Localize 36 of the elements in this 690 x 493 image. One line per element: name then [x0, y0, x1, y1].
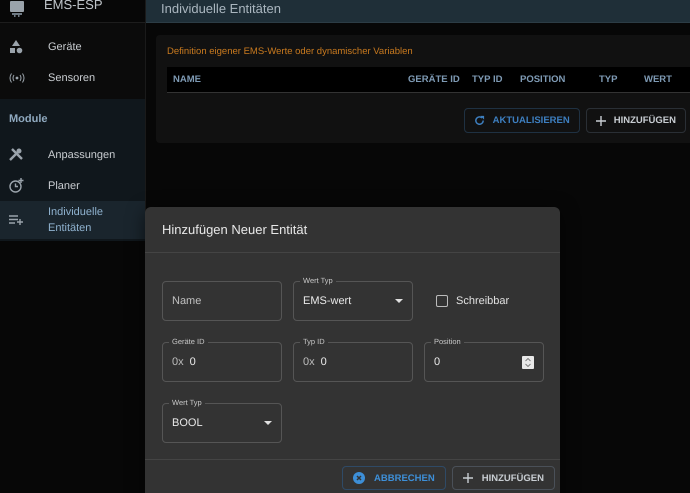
brand-name: EMS-ESP: [44, 0, 103, 12]
sidebar-item[interactable]: Planer: [0, 170, 145, 201]
checkbox-label: Schreibbar: [456, 295, 510, 307]
column-header[interactable]: GERÄTE ID: [408, 74, 472, 85]
name-field[interactable]: Name: [162, 281, 282, 321]
sensor-icon: [9, 72, 25, 82]
plus-icon: [462, 473, 473, 483]
tools-icon: [9, 148, 23, 162]
dialog-title: Hinzufügen Neuer Entität: [145, 207, 560, 253]
sidebar-item[interactable]: Geräte: [0, 31, 145, 62]
dropdown-caret-icon: [395, 299, 403, 303]
section-heading: Module: [8, 112, 48, 127]
refresh-icon: [474, 115, 485, 126]
checkbox[interactable]: [436, 295, 448, 307]
dropdown-caret-icon: [264, 421, 272, 425]
column-header[interactable]: WERT: [644, 74, 684, 85]
spinner-icon[interactable]: [522, 356, 534, 368]
device-icon: [8, 1, 26, 17]
cancel-button[interactable]: ABBRECHEN: [342, 466, 446, 490]
description-text: Definition eigener EMS-Werte oder dynamischer Variablen: [167, 46, 414, 57]
add-button[interactable]: HINZUFÜGEN: [586, 108, 686, 133]
column-header[interactable]: NAME: [167, 74, 408, 85]
sidebar-item[interactable]: Sensoren: [0, 62, 145, 93]
add-button[interactable]: HINZUFÜGEN: [452, 466, 555, 490]
shapes-icon: [9, 40, 23, 54]
cancel-icon: [353, 472, 366, 484]
plus-icon: [596, 116, 606, 126]
list-add-icon: [9, 215, 24, 225]
column-header[interactable]: TYP ID: [472, 74, 520, 85]
sidebar-item[interactable]: Anpassungen: [0, 139, 145, 170]
sidebar-item[interactable]: Individuelle Entitäten: [0, 201, 145, 239]
refresh-button[interactable]: AKTUALISIEREN: [464, 108, 580, 133]
clock-plus-icon: [9, 178, 24, 193]
page-title: Individuelle Entitäten: [160, 1, 281, 16]
column-header[interactable]: POSITION: [520, 74, 599, 85]
column-header[interactable]: TYP: [599, 74, 644, 85]
